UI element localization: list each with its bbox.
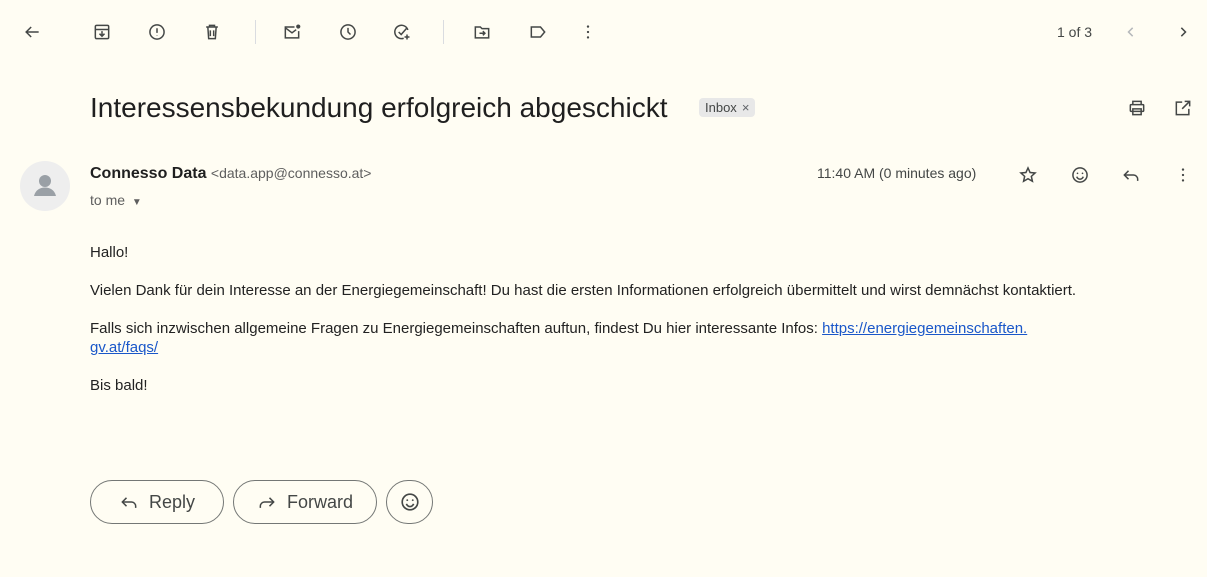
snooze-icon[interactable] <box>332 16 364 48</box>
back-arrow-icon[interactable] <box>16 16 48 48</box>
star-icon[interactable] <box>1012 159 1044 191</box>
print-icon[interactable] <box>1121 92 1153 124</box>
more-vert-icon[interactable] <box>572 16 604 48</box>
dropdown-caret-icon: ▼ <box>131 197 142 208</box>
sender-line: Connesso Data <data.app@connesso.at> <box>90 165 371 183</box>
reply-icon <box>121 497 137 508</box>
reply-label: Reply <box>148 491 196 512</box>
email-view: 1 of 3 Interessensbekundung erfolgreich … <box>0 0 1207 577</box>
inbox-label-chip[interactable]: Inbox × <box>699 98 756 117</box>
emoji-react-button[interactable] <box>386 480 433 524</box>
timestamp: 11:40 AM (0 minutes ago) <box>817 165 977 181</box>
mark-unread-icon[interactable] <box>276 16 308 48</box>
labels-icon[interactable] <box>522 16 554 48</box>
toolbar: 1 of 3 <box>0 0 1207 64</box>
body-closing: Bis bald! <box>90 377 148 394</box>
more-vert-icon[interactable] <box>1167 159 1199 191</box>
newer-chevron-icon[interactable] <box>1115 16 1147 48</box>
faq-link[interactable]: https://energiegemeinschaften. <box>822 320 1027 337</box>
report-spam-icon[interactable] <box>141 16 173 48</box>
body-paragraph-1: Vielen Dank für dein Interesse an der En… <box>90 282 1077 299</box>
body-greeting: Hallo! <box>90 244 129 261</box>
emoji-icon <box>400 493 419 511</box>
recipients-toggle[interactable]: to me ▼ <box>90 192 142 208</box>
open-in-new-window-icon[interactable] <box>1167 92 1199 124</box>
delete-icon[interactable] <box>196 16 228 48</box>
label-text: Inbox <box>705 100 737 115</box>
move-to-icon[interactable] <box>466 16 498 48</box>
sender-name[interactable]: Connesso Data <box>90 165 206 182</box>
email-subject: Interessensbekundung erfolgreich abgesch… <box>90 92 668 123</box>
to-text: to me <box>90 192 126 208</box>
forward-button[interactable]: Forward <box>233 480 377 524</box>
emoji-reaction-icon[interactable] <box>1064 159 1096 191</box>
reply-button[interactable]: Reply <box>90 480 224 524</box>
email-body: Hallo! Vielen Dank für dein Interesse an… <box>90 243 1195 414</box>
archive-icon[interactable] <box>86 16 118 48</box>
forward-label: Forward <box>286 491 353 512</box>
sender-email: <data.app@connesso.at> <box>210 165 372 181</box>
pager-text: 1 of 3 <box>1057 24 1093 40</box>
avatar[interactable] <box>20 161 70 211</box>
add-to-tasks-icon[interactable] <box>386 16 418 48</box>
remove-label-icon[interactable]: × <box>742 100 750 115</box>
forward-icon <box>259 497 275 508</box>
faq-link-continued[interactable]: gv.at/faqs/ <box>90 339 158 356</box>
older-chevron-icon[interactable] <box>1167 16 1199 48</box>
body-paragraph-2: Falls sich inzwischen allgemeine Fragen … <box>90 319 1195 357</box>
body-paragraph-2-text: Falls sich inzwischen allgemeine Fragen … <box>90 320 823 337</box>
reply-icon[interactable] <box>1115 159 1147 191</box>
